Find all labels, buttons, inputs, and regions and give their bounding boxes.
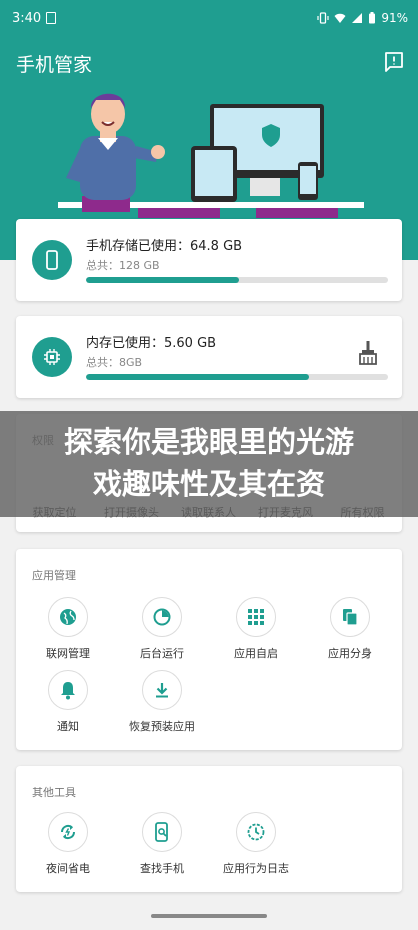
background-running-item[interactable]: 后台运行: [115, 597, 209, 661]
app-behavior-log-item[interactable]: 应用行为日志: [209, 812, 303, 876]
memory-progress-bar: [86, 374, 388, 380]
find-phone-label: 查找手机: [140, 862, 184, 875]
notification-label: 通知: [57, 720, 79, 733]
app-management-card: 应用管理 联网管理 后台运行 应用自启 应用分身 通知 恢复预装应用: [16, 549, 402, 750]
status-bar: 3:40 91%: [0, 0, 418, 36]
log-clock-icon: [236, 812, 276, 852]
battery-icon: [369, 12, 376, 24]
battery-percent: 91%: [381, 11, 408, 25]
broom-clean-icon[interactable]: [356, 340, 380, 366]
copy-icon: [330, 597, 370, 637]
memory-used-label: 内存已使用：5.60 GB: [86, 336, 217, 351]
storage-progress-bar: [86, 277, 388, 283]
hero-illustration: [58, 93, 364, 218]
network-management-item[interactable]: 联网管理: [21, 597, 115, 661]
memory-card[interactable]: 内存已使用：5.60 GB 总共：8GB: [16, 316, 402, 398]
chip-icon: [32, 337, 72, 377]
memory-total-label: 总共：8GB: [86, 356, 143, 369]
feedback-icon[interactable]: [382, 50, 406, 74]
bell-icon: [48, 670, 88, 710]
battery-saver-icon: [48, 812, 88, 852]
find-phone-icon: [142, 812, 182, 852]
overlay-banner: 探索你是我眼里的光游戏趣味性及其在资: [0, 411, 418, 517]
overlay-text-content: 探索你是我眼里的光游戏趣味性及其在资: [63, 425, 354, 501]
auto-start-item[interactable]: 应用自启: [209, 597, 303, 661]
globe-icon: [48, 597, 88, 637]
storage-used-label: 手机存储已使用：64.8 GB: [86, 239, 243, 254]
night-power-saving-item[interactable]: 夜间省电: [21, 812, 115, 876]
vibrate-icon: [317, 12, 329, 24]
wifi-icon: [334, 13, 346, 23]
storage-total-label: 总共：128 GB: [86, 259, 160, 272]
app-management-title: 应用管理: [32, 569, 76, 582]
background-running-label: 后台运行: [140, 647, 184, 660]
signal-icon: [352, 13, 363, 23]
sim-card-icon: [46, 12, 56, 24]
find-phone-item[interactable]: 查找手机: [115, 812, 209, 876]
status-right: 91%: [317, 11, 408, 25]
notification-item[interactable]: 通知: [21, 670, 115, 734]
auto-start-label: 应用自启: [234, 647, 278, 660]
home-indicator[interactable]: [151, 914, 267, 918]
page-title: 手机管家: [16, 54, 93, 76]
memory-progress-fill: [86, 374, 310, 380]
restore-preinstalled-item[interactable]: 恢复预装应用: [115, 670, 209, 734]
network-management-label: 联网管理: [46, 647, 90, 660]
download-icon: [142, 670, 182, 710]
app-behavior-log-label: 应用行为日志: [223, 862, 289, 875]
restore-preinstalled-label: 恢复预装应用: [129, 720, 195, 733]
pie-chart-icon: [142, 597, 182, 637]
app-clone-item[interactable]: 应用分身: [303, 597, 397, 661]
app-clone-label: 应用分身: [328, 647, 372, 660]
grid-icon: [236, 597, 276, 637]
status-time: 3:40: [12, 11, 42, 26]
overlay-text: 探索你是我眼里的光游戏趣味性及其在资: [0, 421, 418, 505]
storage-card[interactable]: 手机存储已使用：64.8 GB 总共：128 GB: [16, 219, 402, 301]
storage-progress-fill: [86, 277, 239, 283]
phone-storage-icon: [32, 240, 72, 280]
night-power-saving-label: 夜间省电: [46, 862, 90, 875]
other-tools-title: 其他工具: [32, 786, 76, 799]
other-tools-card: 其他工具 夜间省电 查找手机 应用行为日志: [16, 766, 402, 892]
